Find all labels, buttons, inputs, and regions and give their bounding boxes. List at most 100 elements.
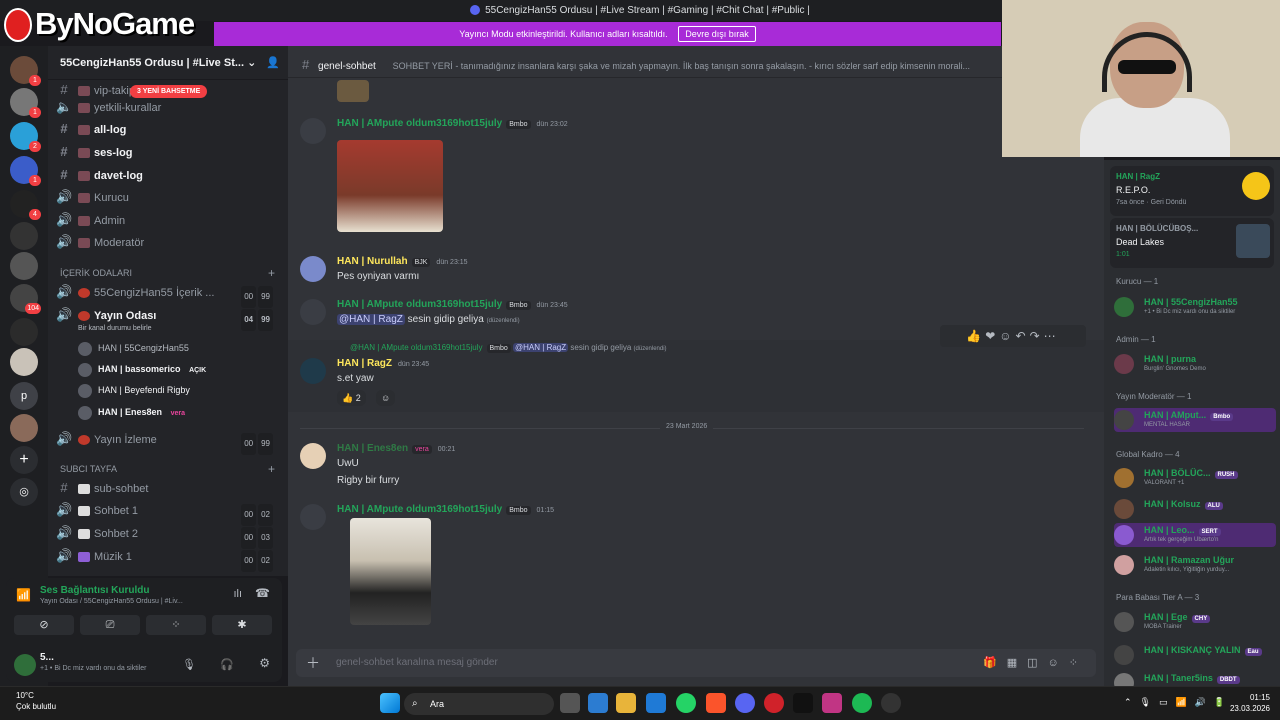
server-icon[interactable] [10, 414, 38, 442]
activity-card[interactable]: HAN | BÖLÜCÜBOŞ... Dead Lakes 1:01 [1110, 218, 1274, 268]
mic-icon[interactable]: 🎙 [182, 658, 196, 671]
discord-icon[interactable] [735, 693, 755, 713]
avatar[interactable] [300, 358, 326, 384]
server-icon[interactable] [10, 318, 38, 346]
taskbar-clock[interactable]: 01:15 23.03.2026 [1224, 692, 1270, 714]
voice-channel-sohbet-1[interactable]: 🔊 Sohbet 1 00 02 [56, 500, 281, 526]
add-reaction-button[interactable]: ☺ [376, 390, 396, 406]
member-item[interactable]: HAN | Leo... SERT Artık tek gerçeğim Ubært… [1114, 523, 1276, 547]
avatar[interactable] [300, 443, 326, 469]
soundboard-button[interactable]: ✱ [212, 615, 272, 635]
whatsapp-icon[interactable] [676, 693, 696, 713]
settings-gear-icon[interactable]: ⚙ [259, 656, 270, 670]
voice-user[interactable]: HAN | 55CengizHan55 [78, 339, 189, 357]
gif-attachment[interactable] [337, 140, 443, 232]
disable-streamer-mode-button[interactable]: Devre dışı bırak [678, 26, 756, 42]
server-icon[interactable] [10, 348, 38, 376]
task-view-icon[interactable] [560, 693, 580, 713]
input-toolbar-icons[interactable]: 🎁▦◫☺⁘ [983, 649, 1088, 677]
category-icerik[interactable]: İÇERİK ODALARI + [60, 266, 275, 280]
message-actions-toolbar[interactable]: 👍❤☺↶↷⋯ [940, 325, 1086, 347]
server-header[interactable]: 55CengizHan55 Ordusu | #Live St... ⌄ 👤 [48, 46, 288, 80]
image-attachment[interactable] [337, 80, 369, 102]
server-icon[interactable] [10, 222, 38, 250]
noise-suppression-icon[interactable]: ılı [233, 588, 242, 600]
add-server-icon[interactable]: + [10, 446, 38, 474]
system-tray[interactable]: ⌃🎙▭📶🔊🔋 [1124, 697, 1233, 708]
avatar[interactable] [14, 654, 36, 676]
channel-item[interactable]: # all-log [56, 119, 281, 139]
member-item[interactable]: HAN | BÖLÜC... RUSH VALORANT +1 [1114, 466, 1276, 490]
server-icon[interactable]: 1 [10, 156, 41, 186]
screen-share-button[interactable]: ⎚ [80, 615, 140, 635]
voice-user[interactable]: HAN | bassomerico AÇIK [78, 360, 206, 378]
server-icon[interactable] [10, 252, 38, 280]
channel-status-prompt[interactable]: Bir kanal durumu belirle [78, 320, 152, 338]
image-attachment[interactable] [350, 518, 431, 625]
message-input[interactable]: ＋ genel-sohbet kanalına mesaj gönder 🎁▦◫… [296, 649, 1096, 677]
disconnect-icon[interactable]: ☎ [255, 586, 270, 600]
tiktok-icon[interactable] [793, 693, 813, 713]
channel-item[interactable]: 🔊 Kurucu [56, 187, 281, 207]
category-subci[interactable]: SUBCI TAYFA + [60, 462, 275, 476]
member-item[interactable]: HAN | purna Burglin' Gnomes Demo [1114, 352, 1276, 376]
message-author[interactable]: HAN | RagZ dün 23:45 [337, 358, 429, 369]
instagram-icon[interactable] [822, 693, 842, 713]
member-item[interactable]: HAN | Ege CHY MOBA Trainer [1114, 610, 1276, 634]
voice-status[interactable]: Ses Bağlantısı Kuruldu [40, 585, 149, 596]
channel-item[interactable]: 🔈 yetkili-kurallar [56, 97, 281, 117]
activities-button[interactable]: ⁘ [146, 615, 206, 635]
add-channel-icon[interactable]: + [268, 462, 275, 476]
channel-item[interactable]: # davet-log [56, 165, 281, 185]
message-author[interactable]: HAN | Enes8en vera 00:21 [337, 443, 455, 454]
mail-icon[interactable] [646, 693, 666, 713]
voice-user[interactable]: HAN | Enes8en vera [78, 403, 185, 421]
brave-icon[interactable] [706, 693, 726, 713]
activity-card[interactable]: HAN | RagZ R.E.P.O. 7sa önce · Geri Dönd… [1110, 166, 1274, 216]
server-icon[interactable]: p [10, 382, 38, 410]
new-mentions-pill[interactable]: 3 YENİ BAHSETME [130, 85, 208, 98]
member-item[interactable]: HAN | 55CengizHan55 +1 • Bi Dc miz vardı … [1114, 295, 1276, 319]
voice-user[interactable]: HAN | Beyefendi Rigby [78, 381, 190, 399]
member-item[interactable]: HAN | KISKANÇ YALIN Eau [1114, 643, 1276, 667]
taskbar-search[interactable]: ⌕ Ara [404, 693, 554, 715]
voice-channel-sohbet-2[interactable]: 🔊 Sohbet 2 00 03 [56, 523, 281, 549]
voice-location[interactable]: Yayın Odası / 55CengizHan55 Ordusu | #Li… [40, 598, 183, 605]
server-icon[interactable]: 1 [10, 56, 41, 86]
explore-icon[interactable]: ◎ [10, 478, 38, 506]
headphones-icon[interactable]: 🎧 [220, 658, 234, 671]
avatar[interactable] [300, 504, 326, 530]
add-member-icon[interactable]: 👤 [266, 56, 280, 69]
server-icon[interactable]: 104 [10, 284, 41, 314]
message-author[interactable]: HAN | AMpute oldum3169hot15july Bmbo dün 2… [337, 299, 568, 310]
avatar[interactable] [300, 299, 326, 325]
server-icon[interactable]: 1 [10, 88, 41, 118]
voice-channel-muzik-1[interactable]: 🔊 Müzik 1 00 02 [56, 546, 281, 572]
voice-channel-icerik[interactable]: 🔊 55CengizHan55 İçerik ... 00 99 [56, 282, 281, 308]
voice-channel-yayin-izleme[interactable]: 🔊 Yayın İzleme 00 99 [56, 429, 281, 455]
channel-name[interactable]: genel-sohbet [318, 61, 376, 72]
file-explorer-icon[interactable] [616, 693, 636, 713]
channel-item[interactable]: 🔊 Moderatör [56, 232, 281, 252]
avatar[interactable] [300, 118, 326, 144]
store-icon[interactable] [588, 693, 608, 713]
channel-topic[interactable]: SOHBET YERİ - tanımadığınız insanlara ka… [393, 61, 970, 71]
reply-preview[interactable]: @HAN | AMpute oldum3169hot15july Bmbo @HA… [350, 343, 667, 353]
channel-item[interactable]: # ses-log [56, 142, 281, 162]
start-button[interactable] [380, 693, 400, 713]
obs-icon[interactable] [881, 693, 901, 713]
server-icon[interactable]: 2 [10, 122, 41, 152]
reaction-thumbs-up[interactable]: 👍 2 [337, 390, 366, 406]
text-channel-sub-sohbet[interactable]: # sub-sohbet [56, 478, 281, 498]
message-author[interactable]: HAN | AMpute oldum3169hot15july Bmbo dün 2… [337, 118, 568, 129]
member-item[interactable]: HAN | Kolsuz ALU [1114, 497, 1276, 521]
avatar[interactable] [300, 256, 326, 282]
camera-off-button[interactable]: ⊘ [14, 615, 74, 635]
spotify-icon[interactable] [852, 693, 872, 713]
weather-widget[interactable]: 10°C Çok bulutlu [16, 690, 56, 712]
message-author[interactable]: HAN | Nurullah BJK dün 23:15 [337, 256, 468, 267]
upload-plus-icon[interactable]: ＋ [306, 649, 320, 677]
message-author[interactable]: HAN | AMpute oldum3169hot15july Bmbo 01:15 [337, 504, 554, 515]
app-icon[interactable] [764, 693, 784, 713]
member-item[interactable]: HAN | AMput... Bmbo MENTAL HASAR [1114, 408, 1276, 432]
